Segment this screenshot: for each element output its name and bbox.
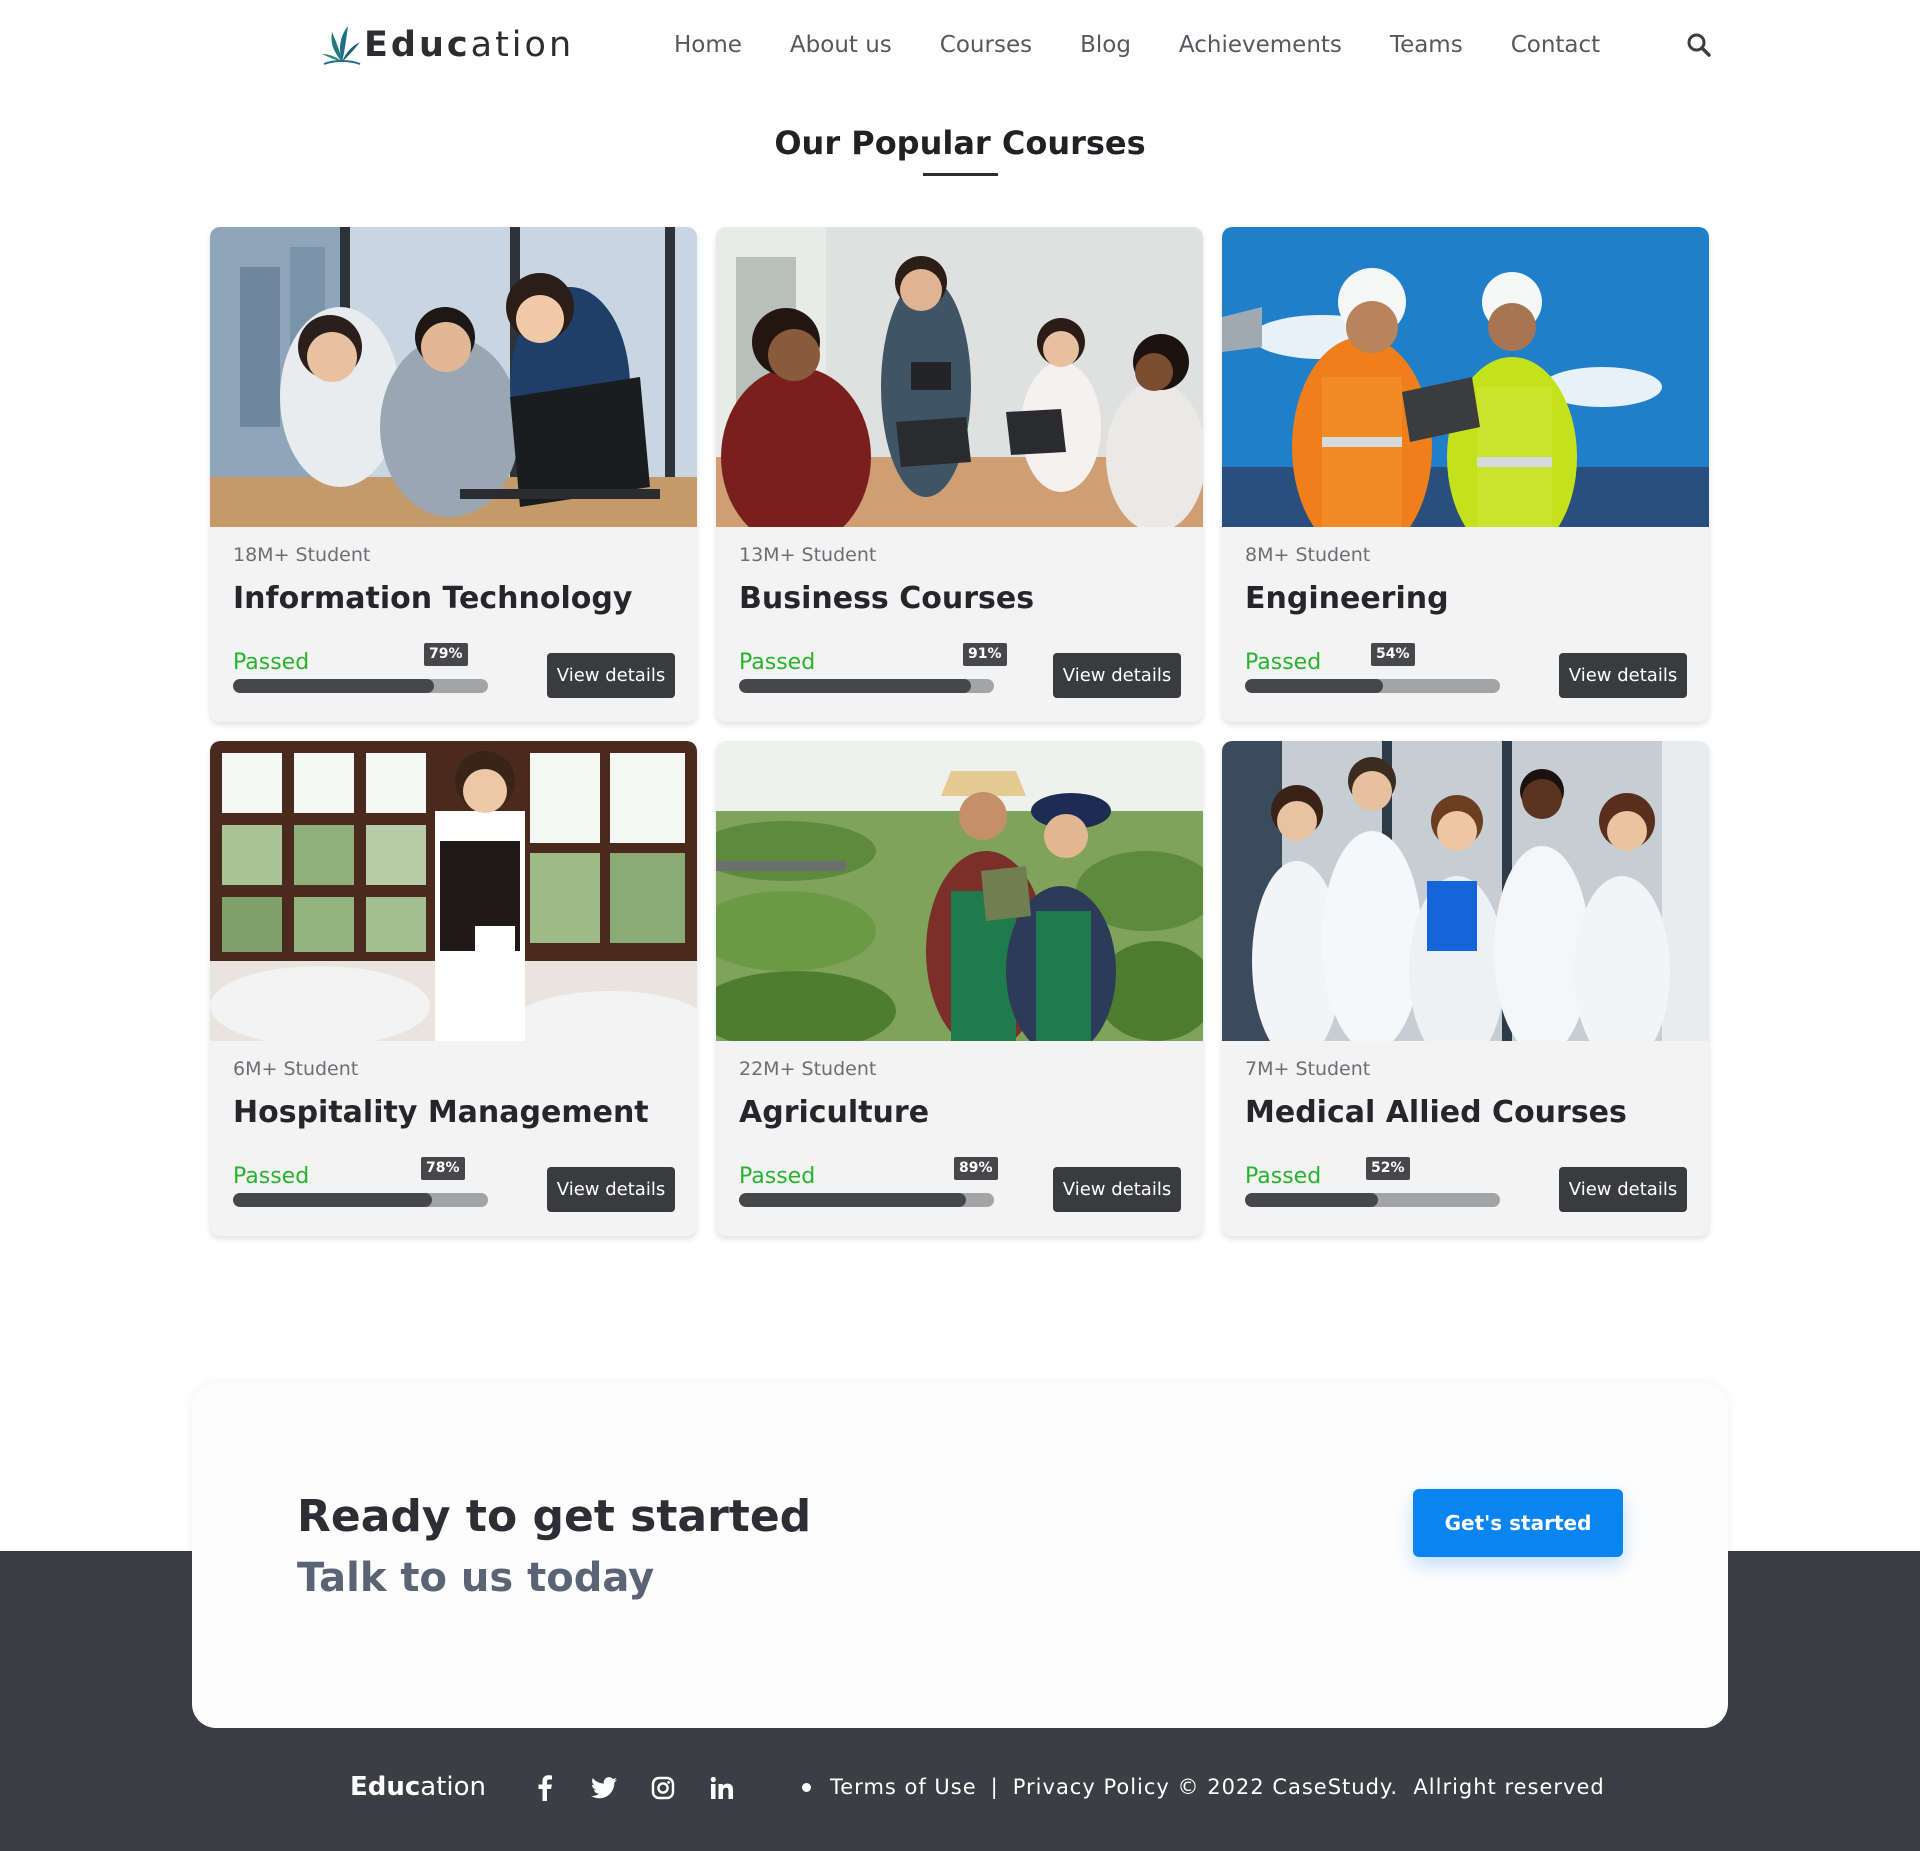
progress-fill bbox=[739, 679, 972, 693]
progress-bar bbox=[739, 1193, 994, 1207]
progress-bar bbox=[1245, 1193, 1500, 1207]
brand-logo[interactable]: Education bbox=[322, 22, 574, 68]
student-count: 7M+ Student bbox=[1245, 1058, 1371, 1080]
footer-brand-light: ation bbox=[420, 1772, 487, 1802]
progress-fill bbox=[739, 1193, 966, 1207]
courses-grid: 18M+ Student Information Technology Pass… bbox=[210, 227, 1710, 1236]
nav-contact[interactable]: Contact bbox=[1511, 30, 1600, 60]
progress-bar bbox=[739, 679, 994, 693]
footer-bullet bbox=[802, 1783, 811, 1792]
footer-separator: | bbox=[990, 1775, 999, 1799]
course-card: 7M+ Student Medical Allied Courses Passe… bbox=[1222, 741, 1709, 1236]
percent-badge: 78% bbox=[421, 1157, 465, 1180]
social-links bbox=[531, 1774, 736, 1802]
view-details-button[interactable]: View details bbox=[1559, 653, 1687, 698]
site-header: Education Home About us Courses Blog Ach… bbox=[0, 0, 1920, 88]
nav-about[interactable]: About us bbox=[790, 30, 892, 60]
copyright-text: Allright reserved bbox=[1413, 1775, 1605, 1799]
view-details-button[interactable]: View details bbox=[547, 653, 675, 698]
business-meeting-photo bbox=[716, 227, 1203, 527]
twitter-link[interactable] bbox=[590, 1774, 618, 1802]
progress-bar bbox=[233, 1193, 488, 1207]
footer-brand-bold: Educ bbox=[350, 1772, 421, 1802]
facebook-link[interactable] bbox=[531, 1774, 559, 1802]
nav-achievements[interactable]: Achievements bbox=[1179, 30, 1342, 60]
course-card: 18M+ Student Information Technology Pass… bbox=[210, 227, 697, 722]
percent-badge: 52% bbox=[1366, 1157, 1410, 1180]
view-details-button[interactable]: View details bbox=[1559, 1167, 1687, 1212]
course-card: 22M+ Student Agriculture Passed 89% View… bbox=[716, 741, 1203, 1236]
course-title: Medical Allied Courses bbox=[1245, 1095, 1627, 1130]
linkedin-icon bbox=[710, 1776, 733, 1799]
privacy-link[interactable]: Privacy Policy © 2022 CaseStudy. bbox=[1013, 1775, 1398, 1799]
twitter-icon bbox=[591, 1777, 617, 1799]
progress-bar bbox=[233, 679, 488, 693]
percent-badge: 91% bbox=[963, 643, 1007, 666]
office-team-laptop-photo bbox=[210, 227, 697, 527]
passed-label: Passed bbox=[1245, 1164, 1322, 1189]
nav-courses[interactable]: Courses bbox=[940, 30, 1032, 60]
title-underline bbox=[923, 173, 998, 176]
course-title: Engineering bbox=[1245, 581, 1449, 616]
progress-fill bbox=[233, 1193, 432, 1207]
progress-fill bbox=[1245, 679, 1383, 693]
nav-blog[interactable]: Blog bbox=[1080, 30, 1131, 60]
instagram-link[interactable] bbox=[649, 1774, 677, 1802]
nav-teams[interactable]: Teams bbox=[1390, 30, 1463, 60]
engineers-hardhats-photo bbox=[1222, 227, 1709, 527]
passed-label: Passed bbox=[1245, 650, 1322, 675]
cta-heading: Ready to get started bbox=[297, 1491, 812, 1542]
greenhouse-farmers-photo bbox=[716, 741, 1203, 1041]
passed-label: Passed bbox=[233, 1164, 310, 1189]
footer-legal: Terms of Use | Privacy Policy © 2022 CaseS… bbox=[830, 1772, 1605, 1802]
brand-bold: Educ bbox=[364, 25, 471, 65]
passed-label: Passed bbox=[739, 1164, 816, 1189]
terms-link[interactable]: Terms of Use bbox=[830, 1775, 977, 1799]
main-nav: Home About us Courses Blog Achievements … bbox=[674, 30, 1648, 60]
course-card: 13M+ Student Business Courses Passed 91%… bbox=[716, 227, 1203, 722]
section-title: Our Popular Courses bbox=[774, 124, 1146, 162]
footer-brand[interactable]: Education bbox=[350, 1770, 486, 1804]
course-title: Business Courses bbox=[739, 581, 1035, 616]
cta-subheading: Talk to us today bbox=[297, 1555, 655, 1601]
percent-badge: 89% bbox=[954, 1157, 998, 1180]
search-icon bbox=[1687, 33, 1711, 57]
linkedin-link[interactable] bbox=[708, 1774, 736, 1802]
nav-home[interactable]: Home bbox=[674, 30, 742, 60]
view-details-button[interactable]: View details bbox=[1053, 653, 1181, 698]
course-card: 6M+ Student Hospitality Management Passe… bbox=[210, 741, 697, 1236]
view-details-button[interactable]: View details bbox=[1053, 1167, 1181, 1212]
course-title: Agriculture bbox=[739, 1095, 930, 1130]
get-started-button[interactable]: Get's started bbox=[1413, 1489, 1623, 1557]
student-count: 13M+ Student bbox=[739, 544, 877, 566]
student-count: 22M+ Student bbox=[739, 1058, 877, 1080]
passed-label: Passed bbox=[233, 650, 310, 675]
course-title: Information Technology bbox=[233, 581, 633, 616]
waitress-restaurant-photo bbox=[210, 741, 697, 1041]
student-count: 8M+ Student bbox=[1245, 544, 1371, 566]
course-card: 8M+ Student Engineering Passed 54% View … bbox=[1222, 227, 1709, 722]
progress-bar bbox=[1245, 679, 1500, 693]
medical-staff-photo bbox=[1222, 741, 1709, 1041]
facebook-icon bbox=[538, 1775, 552, 1801]
percent-badge: 54% bbox=[1371, 643, 1415, 666]
student-count: 18M+ Student bbox=[233, 544, 371, 566]
passed-label: Passed bbox=[739, 650, 816, 675]
search-button[interactable] bbox=[1684, 30, 1714, 60]
percent-badge: 79% bbox=[424, 643, 468, 666]
brand-wordmark: Education bbox=[364, 22, 574, 68]
student-count: 6M+ Student bbox=[233, 1058, 359, 1080]
instagram-icon bbox=[651, 1776, 675, 1800]
progress-fill bbox=[1245, 1193, 1378, 1207]
view-details-button[interactable]: View details bbox=[547, 1167, 675, 1212]
course-title: Hospitality Management bbox=[233, 1095, 649, 1130]
cta-panel: Ready to get started Talk to us today Ge… bbox=[192, 1383, 1728, 1728]
brand-light: ation bbox=[470, 25, 575, 65]
leaf-logo-icon bbox=[322, 26, 361, 65]
progress-fill bbox=[233, 679, 435, 693]
